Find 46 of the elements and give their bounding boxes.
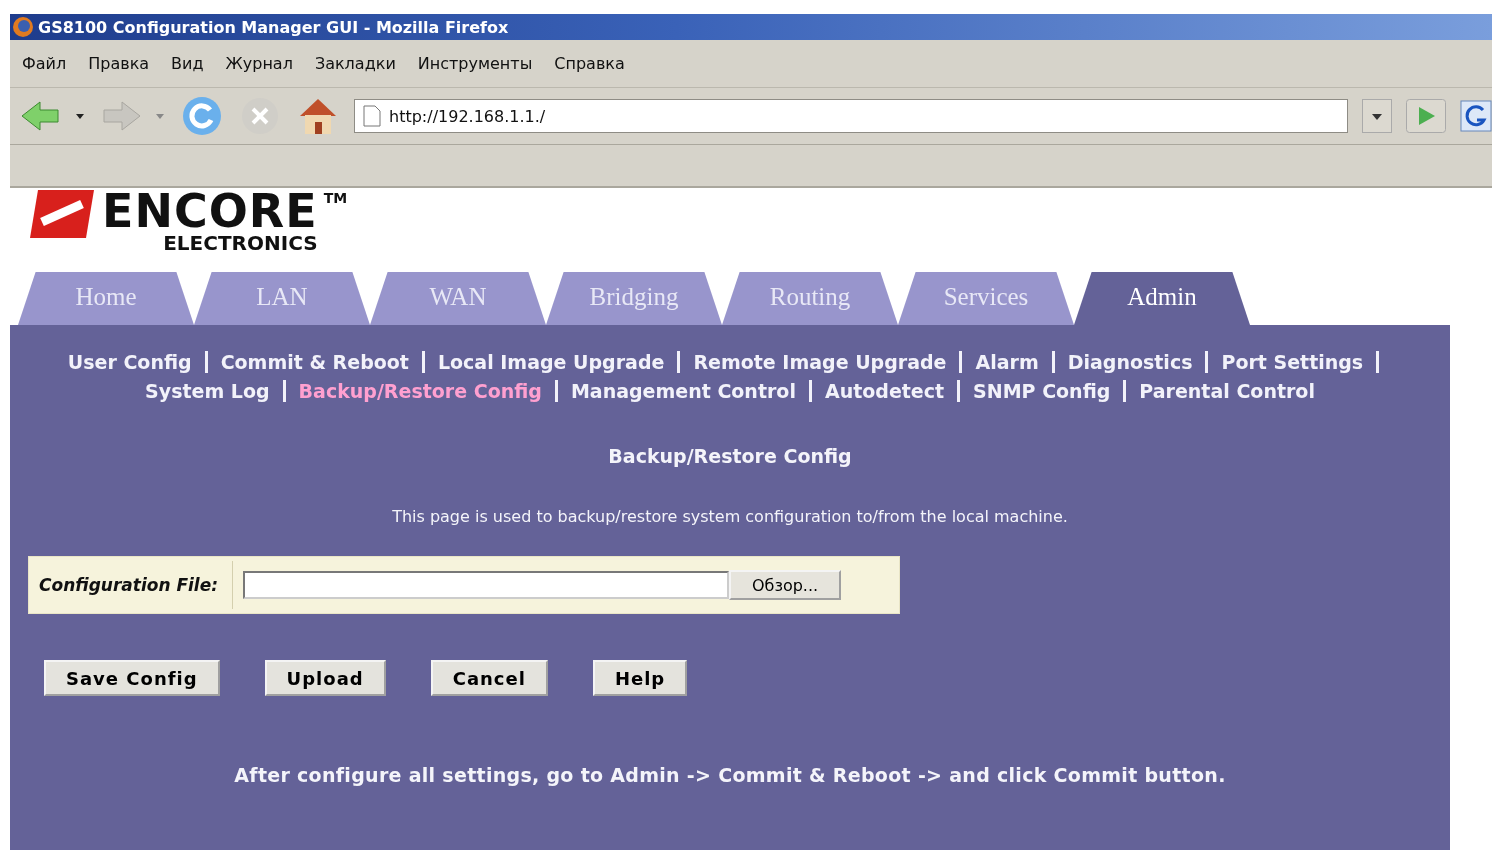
- reload-icon[interactable]: [180, 94, 224, 138]
- submenu-link[interactable]: Commit & Reboot: [220, 350, 409, 373]
- menu-item[interactable]: Правка: [80, 54, 164, 73]
- logo-brand: ENCORE: [102, 188, 318, 234]
- page-description: This page is used to backup/restore system configuration to/from the local machine.: [391, 507, 1069, 526]
- submenu-link[interactable]: Management Control: [570, 379, 796, 402]
- go-icon[interactable]: [1406, 99, 1446, 133]
- url-text: http://192.168.1.1./: [389, 106, 546, 126]
- submenu-link[interactable]: Alarm: [975, 350, 1039, 373]
- window-title: GS8100 Configuration Manager GUI - Mozilla Firefox: [38, 17, 509, 37]
- menu-item[interactable]: Журнал: [217, 54, 307, 73]
- logo-subtitle: ELECTRONICS: [163, 234, 318, 252]
- action-button[interactable]: Cancel: [430, 660, 548, 696]
- address-bar[interactable]: http://192.168.1.1./: [354, 99, 1348, 133]
- submenu-link[interactable]: Backup/Restore Config: [298, 379, 542, 402]
- logo-mark-icon: [28, 188, 96, 240]
- menu-item[interactable]: Вид: [163, 54, 218, 73]
- forward-icon[interactable]: [100, 98, 166, 134]
- submenu-link[interactable]: Remote Image Upgrade: [693, 350, 947, 373]
- submenu-link[interactable]: Autodetect: [824, 379, 945, 402]
- submenu-link[interactable]: Local Image Upgrade: [437, 350, 665, 373]
- submenu-link[interactable]: SNMP Config: [973, 379, 1111, 402]
- page-heading: Backup/Restore Config: [607, 445, 853, 467]
- nav-tab[interactable]: Admin: [1074, 272, 1250, 325]
- submenu-link[interactable]: Port Settings: [1221, 350, 1364, 373]
- menu-item[interactable]: Инструменты: [409, 54, 547, 73]
- page-icon: [363, 105, 381, 127]
- dropdown-icon[interactable]: [1362, 99, 1392, 133]
- menu-item[interactable]: Закладки: [306, 54, 410, 73]
- submenu-link[interactable]: Parental Control: [1139, 379, 1315, 402]
- trademark: TM: [323, 190, 348, 206]
- action-button[interactable]: Upload: [264, 660, 386, 696]
- action-button[interactable]: Save Config: [44, 660, 220, 696]
- browse-button[interactable]: Обзор...: [729, 570, 841, 600]
- submenu-link[interactable]: User Config: [67, 350, 192, 373]
- footer-note: After configure all settings, go to Admin -> Commit & Reboot -> and click Commit button.: [233, 764, 1227, 786]
- file-path-field[interactable]: [243, 571, 729, 599]
- search-engine-icon[interactable]: [1460, 100, 1492, 132]
- menu-item[interactable]: Файл: [14, 54, 81, 73]
- field-label: Configuration File:: [33, 561, 233, 609]
- browser-logo-icon: [12, 16, 34, 38]
- submenu-link[interactable]: System Log: [145, 379, 270, 402]
- menu-item[interactable]: Справка: [546, 54, 639, 73]
- back-icon[interactable]: [20, 98, 86, 134]
- submenu-link[interactable]: Diagnostics: [1067, 350, 1193, 373]
- action-button[interactable]: Help: [592, 660, 688, 696]
